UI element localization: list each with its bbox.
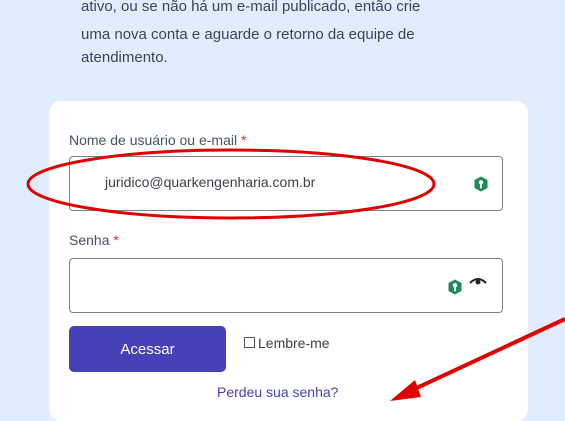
login-card: Nome de usuário ou e-mail * juridico@qua… bbox=[49, 101, 528, 421]
required-mark: * bbox=[113, 232, 119, 248]
lost-password-link[interactable]: Perdeu sua senha? bbox=[217, 384, 338, 400]
login-button[interactable]: Acessar bbox=[69, 326, 226, 372]
intro-line-2: uma nova conta e aguarde o retorno da eq… bbox=[81, 26, 415, 43]
remember-me[interactable]: Lembre-me bbox=[244, 335, 330, 351]
eye-icon[interactable] bbox=[469, 276, 487, 286]
remember-checkbox[interactable] bbox=[244, 337, 255, 348]
username-label: Nome de usuário ou e-mail * bbox=[69, 132, 246, 148]
key-badge-icon[interactable] bbox=[473, 176, 489, 192]
remember-label: Lembre-me bbox=[258, 335, 330, 351]
intro-line-1: ativo, ou se não há um e-mail publicado,… bbox=[81, 0, 421, 15]
username-value: juridico@quarkengenharia.com.br bbox=[105, 174, 316, 190]
required-mark: * bbox=[240, 132, 247, 148]
password-field[interactable] bbox=[69, 258, 503, 313]
username-field[interactable]: juridico@quarkengenharia.com.br bbox=[69, 156, 503, 211]
intro-line-3: atendimento. bbox=[81, 49, 168, 66]
username-label-text: Nome de usuário ou e-mail bbox=[69, 132, 238, 148]
password-label: Senha * bbox=[69, 232, 119, 248]
key-badge-icon[interactable] bbox=[447, 279, 463, 295]
password-label-text: Senha bbox=[69, 232, 110, 248]
